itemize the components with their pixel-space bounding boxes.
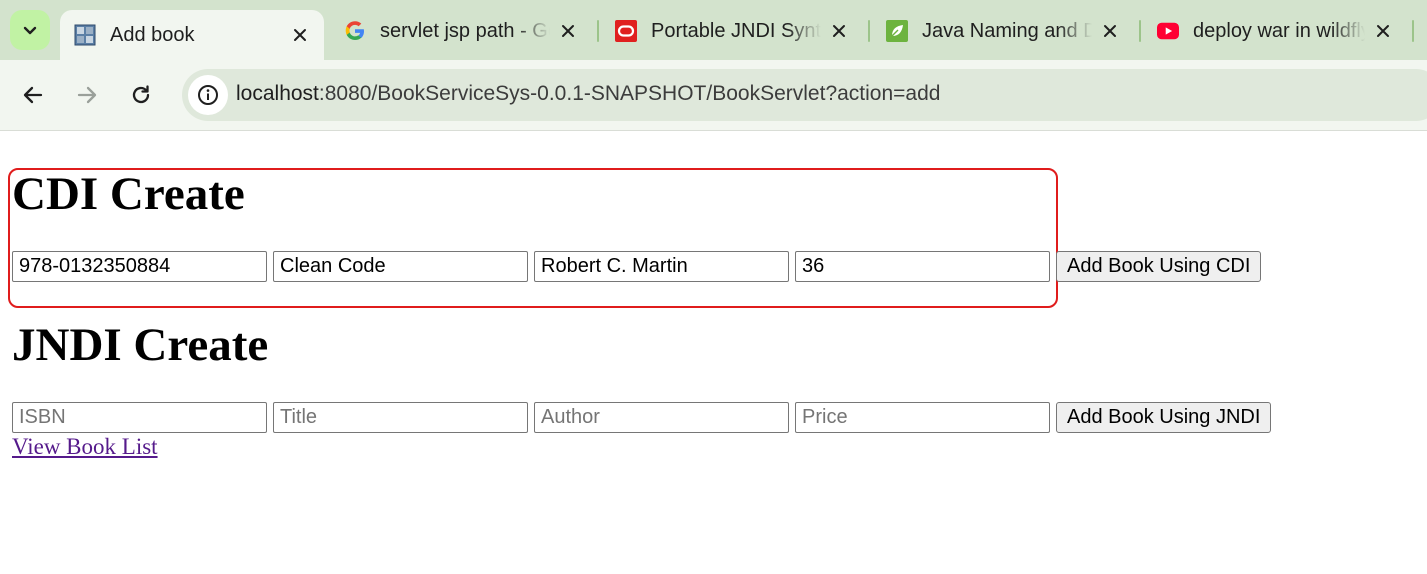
tab-divider — [1139, 20, 1141, 42]
view-book-list-link[interactable]: View Book List — [12, 434, 158, 460]
close-icon[interactable] — [1371, 19, 1395, 43]
address-bar[interactable]: localhost:8080/BookServiceSys-0.0.1-SNAP… — [182, 69, 1427, 121]
jndi-isbn-input[interactable] — [12, 402, 267, 433]
back-button[interactable] — [18, 80, 48, 110]
tab-divider — [597, 20, 599, 42]
browser-toolbar: localhost:8080/BookServiceSys-0.0.1-SNAP… — [0, 60, 1427, 131]
jndi-heading: JNDI Create — [12, 319, 269, 371]
close-icon[interactable] — [556, 19, 580, 43]
jndi-price-input[interactable] — [795, 402, 1050, 433]
oracle-icon — [615, 20, 637, 42]
url-path: :8080/BookServiceSys-0.0.1-SNAPSHOT/Book… — [318, 82, 941, 105]
tab-divider — [868, 20, 870, 42]
jndi-title-input[interactable] — [273, 402, 528, 433]
arrow-left-icon — [23, 86, 43, 104]
cdi-price-input[interactable] — [795, 251, 1050, 282]
tab-strip: Add book servlet jsp path - Google Porta… — [0, 0, 1427, 60]
cdi-form: Add Book Using CDI — [12, 251, 1262, 282]
tab-divider — [1412, 20, 1414, 42]
tab-title: deploy war in wildfly — [1193, 19, 1365, 42]
url-text[interactable]: localhost:8080/BookServiceSys-0.0.1-SNAP… — [236, 82, 940, 106]
tab-title: Portable JNDI Syntax — [651, 19, 821, 42]
add-book-cdi-button[interactable]: Add Book Using CDI — [1056, 251, 1262, 282]
page-content: CDI Create Add Book Using CDI JNDI Creat… — [0, 131, 1427, 574]
cdi-title-input[interactable] — [273, 251, 528, 282]
arrow-right-icon — [77, 86, 97, 104]
jndi-author-input[interactable] — [534, 402, 789, 433]
tab-title: Java Naming and Directory — [922, 19, 1092, 42]
tab-youtube-wildfly[interactable]: deploy war in wildfly — [1143, 10, 1407, 52]
tab-java-naming[interactable]: Java Naming and Directory — [872, 10, 1134, 52]
tab-title: Add book — [110, 23, 195, 46]
chevron-down-icon — [23, 26, 37, 35]
add-book-jndi-button[interactable]: Add Book Using JNDI — [1056, 402, 1272, 433]
spring-leaf-icon — [886, 20, 908, 42]
close-icon[interactable] — [827, 19, 851, 43]
tab-search-button[interactable] — [10, 10, 50, 50]
cdi-isbn-input[interactable] — [12, 251, 267, 282]
google-icon — [344, 20, 366, 42]
site-info-button[interactable] — [188, 75, 228, 115]
reload-icon — [132, 85, 150, 104]
tab-title: servlet jsp path - Google — [380, 19, 550, 42]
youtube-icon — [1157, 20, 1179, 42]
tab-oracle-jndi[interactable]: Portable JNDI Syntax — [601, 10, 863, 52]
grid-favicon-icon — [74, 24, 96, 46]
close-icon[interactable] — [288, 23, 312, 47]
tab-add-book[interactable]: Add book — [60, 10, 324, 60]
reload-button[interactable] — [126, 80, 156, 110]
close-icon[interactable] — [1098, 19, 1122, 43]
url-host: localhost — [236, 82, 319, 105]
tab-google-search[interactable]: servlet jsp path - Google — [330, 10, 592, 52]
forward-button[interactable] — [72, 80, 102, 110]
cdi-author-input[interactable] — [534, 251, 789, 282]
jndi-form: Add Book Using JNDI — [12, 402, 1272, 433]
info-icon — [198, 85, 218, 105]
cdi-heading: CDI Create — [12, 168, 245, 220]
